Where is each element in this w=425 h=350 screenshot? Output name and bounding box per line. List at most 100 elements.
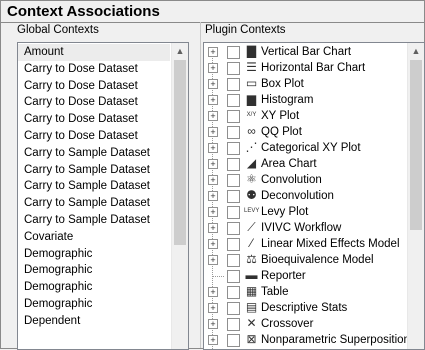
nonparametric-superposition-icon: ⊠ [246,332,257,346]
expand-icon[interactable]: + [208,191,218,201]
context-checkbox[interactable] [227,302,240,315]
global-context-item[interactable]: Covariate [18,229,170,246]
context-checkbox[interactable] [227,270,240,283]
plugin-context-label: Descriptive Stats [261,302,348,314]
context-checkbox[interactable] [227,318,240,331]
plugin-context-item[interactable]: + ⚛ Convolution [204,172,404,188]
global-list-scrollbar[interactable]: ▲ [171,43,188,349]
expand-icon[interactable]: + [208,175,218,185]
global-context-item[interactable]: Carry to Dose Dataset [18,94,170,111]
horizontal-bar-chart-icon: ☰ [246,60,257,74]
expand-icon[interactable]: + [208,319,218,329]
deconvolution-icon: ⚉ [246,188,257,202]
global-context-item[interactable]: Demographic [18,246,170,263]
expand-icon[interactable]: + [208,255,218,265]
plugin-context-item[interactable]: + ∞ QQ Plot [204,124,404,140]
plugin-context-label: Box Plot [261,78,304,90]
expand-icon[interactable]: + [208,239,218,249]
expand-icon[interactable]: + [208,223,218,233]
global-context-item[interactable]: Carry to Dose Dataset [18,111,170,128]
context-checkbox[interactable] [227,238,240,251]
plugin-context-label: Histogram [261,94,314,106]
scroll-thumb[interactable] [410,60,422,230]
expand-icon[interactable]: + [208,127,218,137]
panel-title: Context Associations [7,3,160,20]
column-divider [200,22,201,348]
global-context-item[interactable]: Carry to Dose Dataset [18,78,170,95]
context-checkbox[interactable] [227,142,240,155]
expand-icon[interactable]: + [208,207,218,217]
context-checkbox[interactable] [227,110,240,123]
context-checkbox[interactable] [227,190,240,203]
expand-icon[interactable]: + [208,335,218,345]
global-context-item[interactable]: Carry to Sample Dataset [18,162,170,179]
global-context-item[interactable]: Carry to Dose Dataset [18,61,170,78]
global-context-item[interactable]: Carry to Sample Dataset [18,195,170,212]
table-icon: ▦ [245,284,258,298]
vertical-bar-chart-icon: ▇ [246,44,257,58]
plugin-context-item[interactable]: + ▤ Descriptive Stats [204,300,404,316]
plugin-context-item[interactable]: + ☰ Horizontal Bar Chart [204,60,404,76]
context-checkbox[interactable] [227,174,240,187]
plugin-context-item[interactable]: + ⊠ Nonparametric Superposition [204,332,410,348]
plugin-context-item[interactable]: + ✕ Crossover [204,316,404,332]
expand-icon[interactable]: + [208,95,218,105]
expand-icon[interactable]: + [208,79,218,89]
global-contexts-header: Global Contexts [17,24,99,36]
expand-icon[interactable]: + [208,143,218,153]
plugin-context-label: Levy Plot [261,206,309,218]
plugin-context-item[interactable]: + ⋰ Categorical XY Plot [204,140,404,156]
plugin-context-label: XY Plot [261,110,300,122]
plugin-context-label: Nonparametric Superposition [261,334,410,346]
context-checkbox[interactable] [227,62,240,75]
global-context-item[interactable]: Demographic [18,262,170,279]
plugin-context-item[interactable]: + ▆ Histogram [204,92,404,108]
context-checkbox[interactable] [227,222,240,235]
global-contexts-list[interactable]: Amount Carry to Dose Dataset Carry to Dose… [17,42,189,350]
global-context-item[interactable]: Demographic [18,279,170,296]
scroll-thumb[interactable] [174,60,186,245]
plugin-context-item[interactable]: + ⚉ Deconvolution [204,188,404,204]
context-checkbox[interactable] [227,94,240,107]
bioequivalence-icon: ⚖ [246,252,257,266]
global-context-item[interactable]: Dependent [18,313,170,330]
context-checkbox[interactable] [227,158,240,171]
expand-icon[interactable]: + [208,111,218,121]
context-checkbox[interactable] [227,254,240,267]
plugin-context-item[interactable]: + X/Y XY Plot [204,108,404,124]
scroll-up-arrow-icon[interactable]: ▲ [408,43,424,59]
expand-icon[interactable]: + [208,63,218,73]
global-context-item[interactable]: Carry to Dose Dataset [18,128,170,145]
plugin-context-item[interactable]: + ▇ Vertical Bar Chart [204,44,404,60]
plugin-context-item[interactable]: + ◢ Area Chart [204,156,404,172]
plugin-contexts-tree[interactable]: + ▇ Vertical Bar Chart + ☰ Horizontal Bar Cha… [203,42,425,350]
xy-plot-icon: X/Y [246,112,257,118]
expand-icon[interactable]: + [208,159,218,169]
context-checkbox[interactable] [227,334,240,347]
plugin-context-item[interactable]: + ⟋ IVIVC Workflow [204,220,404,236]
global-context-item[interactable]: Amount [18,44,170,61]
context-checkbox[interactable] [227,286,240,299]
plugin-context-label: Deconvolution [261,190,334,202]
categorical-xy-plot-icon: ⋰ [245,140,258,154]
expand-icon[interactable]: + [208,47,218,57]
plugin-context-item[interactable]: ▬ Reporter [204,268,404,284]
context-checkbox[interactable] [227,78,240,91]
context-checkbox[interactable] [227,126,240,139]
context-checkbox[interactable] [227,46,240,59]
plugin-context-item[interactable]: + LEVY Levy Plot [204,204,404,220]
expand-icon[interactable]: + [208,287,218,297]
plugin-context-item[interactable]: + ▦ Table [204,284,404,300]
expand-icon[interactable]: + [208,303,218,313]
context-checkbox[interactable] [227,206,240,219]
global-context-item[interactable]: Carry to Sample Dataset [18,178,170,195]
global-context-item[interactable]: Demographic [18,296,170,313]
plugin-tree-scrollbar[interactable]: ▲ [407,43,424,349]
tree-connector [213,276,224,277]
scroll-up-arrow-icon[interactable]: ▲ [172,43,188,59]
plugin-context-item[interactable]: + ▭ Box Plot [204,76,404,92]
global-context-item[interactable]: Carry to Sample Dataset [18,145,170,162]
plugin-context-item[interactable]: + ⚖ Bioequivalence Model [204,252,404,268]
plugin-context-item[interactable]: + ⁄ Linear Mixed Effects Model [204,236,404,252]
global-context-item[interactable]: Carry to Sample Dataset [18,212,170,229]
